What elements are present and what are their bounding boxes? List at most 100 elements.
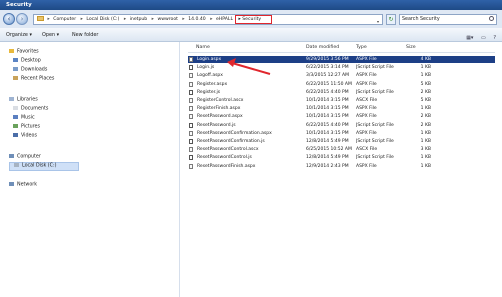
column-header-name[interactable]: Name	[196, 43, 210, 52]
file-row[interactable]: ResetPasswordFinish.aspx 12/9/2014 2:43 P…	[188, 163, 495, 170]
file-name: Login.aspx	[197, 57, 222, 62]
breadcrumb-security-highlight[interactable]: ▸ Security	[235, 15, 273, 24]
new-folder-button[interactable]: New folder	[72, 28, 98, 42]
open-button[interactable]: Open ▾	[42, 28, 59, 42]
refresh-button[interactable]: ↻	[386, 14, 396, 25]
file-row[interactable]: ResetPassword.js 6/22/2015 4:40 PM JScript…	[188, 122, 495, 129]
file-row[interactable]: Login.js 6/22/2015 3:14 PM JScript Script …	[188, 64, 495, 71]
script-file-icon	[189, 65, 193, 71]
music-icon	[13, 115, 18, 119]
file-row[interactable]: ResetPasswordControl.js 12/8/2014 5:49 PM…	[188, 154, 495, 161]
folder-icon	[37, 16, 44, 21]
script-file-icon	[189, 139, 193, 144]
nav-pictures[interactable]: Pictures	[13, 124, 40, 131]
column-header-row: Name Date modified Type Size	[188, 43, 495, 53]
file-row[interactable]: RegisterFinish.aspx 10/1/2014 3:15 PM ASPX…	[188, 105, 495, 112]
script-file-icon	[189, 122, 193, 128]
file-date: 6/22/2015 3:14 PM	[306, 65, 349, 71]
file-row[interactable]: ResetPassword.aspx 10/1/2014 3:15 PM ASPX …	[188, 113, 495, 120]
file-icon	[189, 81, 193, 87]
window-title: Security	[6, 2, 32, 8]
file-date: 10/1/2014 3:15 PM	[306, 114, 349, 120]
file-type: JScript Script File	[356, 89, 394, 95]
file-size: 1 KB	[420, 163, 431, 169]
file-size: 1 KB	[420, 106, 431, 112]
videos-icon	[13, 133, 18, 137]
file-icon	[189, 163, 193, 169]
breadcrumb-local-disk[interactable]: Local Disk (C:)	[86, 15, 119, 24]
breadcrumb-14-0-40[interactable]: 14.0.40	[188, 15, 206, 24]
nav-music[interactable]: Music	[13, 115, 35, 122]
file-type: ASCX File	[356, 147, 378, 153]
column-header-type[interactable]: Type	[356, 43, 367, 52]
file-type: ASPX File	[356, 73, 377, 79]
file-icon	[189, 98, 193, 103]
breadcrumb-inetpub[interactable]: inetpub	[130, 15, 148, 24]
file-row[interactable]: ResetPasswordConfirmation.aspx 10/1/2014 …	[188, 130, 495, 137]
file-type: ASPX File	[356, 81, 377, 87]
computer-icon	[9, 154, 14, 158]
file-name: ResetPasswordConfirmation.aspx	[197, 130, 272, 136]
back-button[interactable]: ‹	[3, 13, 15, 25]
file-size: 5 KB	[420, 81, 431, 87]
star-icon	[9, 49, 14, 53]
file-type: ASPX File	[356, 57, 377, 62]
file-name: ResetPasswordConfirmation.js	[197, 139, 265, 144]
script-file-icon	[189, 89, 193, 95]
organize-button[interactable]: Organize ▾	[6, 28, 32, 42]
file-icon	[189, 106, 193, 112]
file-date: 9/29/2015 3:56 PM	[306, 57, 349, 62]
file-type: JScript Script File	[356, 65, 394, 71]
file-row[interactable]: Register.aspx 6/22/2015 11:50 AM ASPX File…	[188, 81, 495, 88]
file-row[interactable]: Register.js 6/22/2015 4:40 PM JScript Scri…	[188, 89, 495, 96]
file-size: 3 KB	[420, 147, 431, 153]
file-type: ASCX File	[356, 98, 378, 103]
file-size: 1 KB	[420, 130, 431, 136]
file-name: ResetPassword.aspx	[197, 114, 243, 120]
nav-favorites[interactable]: Favorites	[9, 49, 39, 56]
address-bar[interactable]: ▸ Computer ▸ Local Disk (C:) ▸ inetpub ▸…	[33, 14, 383, 25]
file-name: ResetPassword.js	[197, 122, 236, 128]
nav-local-disk[interactable]: Local Disk (C:)	[9, 162, 79, 171]
nav-downloads[interactable]: Downloads	[13, 67, 47, 74]
file-icon	[189, 73, 193, 79]
breadcrumb-wwwroot[interactable]: wwwroot	[157, 15, 177, 24]
breadcrumb-computer[interactable]: Computer	[53, 15, 76, 24]
forward-button[interactable]: ›	[16, 13, 28, 25]
downloads-icon	[13, 67, 18, 71]
file-row[interactable]: Logoff.aspx 3/3/2015 12:27 AM ASPX File 1 K…	[188, 72, 495, 79]
breadcrumb-security: Security	[242, 17, 262, 22]
nav-videos[interactable]: Videos	[13, 133, 37, 140]
file-row[interactable]: ResetPasswordConfirmation.js 12/8/2014 5:…	[188, 138, 495, 145]
file-size: 1 KB	[420, 65, 431, 71]
breadcrumb-ehpall[interactable]: eHPALL	[216, 15, 233, 24]
drive-icon	[14, 163, 19, 167]
nav-recent-places[interactable]: Recent Places	[13, 76, 54, 83]
nav-computer[interactable]: Computer	[9, 154, 41, 161]
search-input[interactable]: Search Security	[399, 14, 497, 25]
file-size: 1 KB	[420, 139, 431, 144]
column-header-date[interactable]: Date modified	[306, 43, 339, 52]
file-date: 3/3/2015 12:27 AM	[306, 73, 350, 79]
file-row[interactable]: RegisterControl.ascx 10/1/2014 3:15 PM ASC…	[188, 97, 495, 104]
file-icon	[189, 57, 193, 62]
nav-network[interactable]: Network	[9, 182, 37, 189]
file-name: Register.aspx	[197, 81, 228, 87]
file-date: 12/8/2014 5:49 PM	[306, 155, 349, 161]
file-list-pane: Name Date modified Type Size Login.aspx 9…	[180, 42, 502, 297]
file-type: JScript Script File	[356, 139, 394, 144]
nav-desktop[interactable]: Desktop	[13, 58, 41, 65]
file-date: 10/1/2014 3:15 PM	[306, 130, 349, 136]
column-header-size[interactable]: Size	[406, 43, 416, 52]
file-row[interactable]: Login.aspx 9/29/2015 3:56 PM ASPX File 4 KB	[188, 56, 495, 63]
address-dropdown-icon[interactable]: ▾	[377, 17, 379, 24]
file-icon	[189, 147, 193, 153]
nav-libraries[interactable]: Libraries	[9, 97, 38, 104]
file-name: RegisterControl.ascx	[197, 98, 244, 103]
file-row[interactable]: ResetPasswordControl.ascx 6/25/2015 10:52…	[188, 146, 495, 153]
file-date: 6/22/2015 4:40 PM	[306, 89, 349, 95]
file-date: 12/8/2014 5:49 PM	[306, 139, 349, 144]
nav-documents[interactable]: Documents	[13, 106, 48, 113]
file-size: 2 KB	[420, 122, 431, 128]
file-type: ASPX File	[356, 163, 377, 169]
